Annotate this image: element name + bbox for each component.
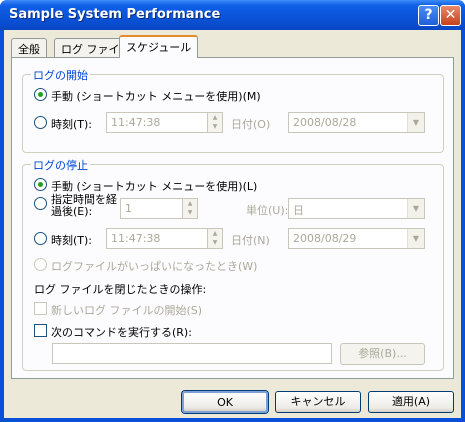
stop-unit-value: 日 xyxy=(293,204,304,217)
spin-down-icon: ▼ xyxy=(187,209,193,216)
stop-full-label: ログファイルがいっぱいになったとき(W) xyxy=(51,260,258,273)
spin-up-icon: ▲ xyxy=(187,200,193,207)
tab-general[interactable]: 全般 xyxy=(11,38,47,57)
stop-date-label: 日付(N) xyxy=(231,234,270,247)
browse-button[interactable]: 参照(B)... xyxy=(340,343,425,365)
log-start-legend: ログの開始 xyxy=(31,67,90,83)
start-date-dropdown[interactable]: 2008/08/28 ▼ xyxy=(288,112,425,133)
chevron-down-icon[interactable]: ▼ xyxy=(407,199,424,218)
stop-after-label: 指定時間を経 過後(E): xyxy=(51,194,117,218)
stop-time-radio[interactable] xyxy=(34,232,47,245)
start-date-label: 日付(O) xyxy=(231,118,271,131)
start-manual-radio[interactable] xyxy=(34,88,47,101)
chevron-down-icon[interactable]: ▼ xyxy=(407,113,424,132)
apply-button[interactable]: 適用(A) xyxy=(368,391,454,413)
cancel-button[interactable]: キャンセル xyxy=(275,391,361,413)
start-time-spinner[interactable]: ▲ ▼ xyxy=(207,113,222,132)
title-bar[interactable]: Sample System Performance ? ✕ xyxy=(0,0,465,30)
dialog-client: 全般 ログ ファイル スケジュール ログの開始 手動 (ショートカット メニュー… xyxy=(4,30,461,418)
stop-after-label-line2: 過後(E): xyxy=(51,205,93,218)
stop-manual-radio[interactable] xyxy=(34,178,47,191)
spin-up-icon: ▲ xyxy=(212,230,218,237)
new-log-label: 新しいログ ファイルの開始(S) xyxy=(51,304,203,317)
stop-after-radio[interactable] xyxy=(34,197,47,210)
start-time-field[interactable]: 11:47:38 ▲ ▼ xyxy=(106,112,223,133)
spin-up-icon: ▲ xyxy=(212,114,218,121)
chevron-down-icon[interactable]: ▼ xyxy=(407,229,424,248)
stop-full-radio[interactable] xyxy=(34,258,47,271)
start-time-label: 時刻(T): xyxy=(51,118,93,131)
ok-button[interactable]: OK xyxy=(182,391,268,413)
log-stop-legend: ログの停止 xyxy=(31,157,90,173)
spin-down-icon: ▼ xyxy=(212,239,218,246)
start-date-value: 2008/08/28 xyxy=(293,116,357,129)
new-log-checkbox[interactable] xyxy=(34,302,47,315)
stop-time-label: 時刻(T): xyxy=(51,234,93,247)
stop-after-spinner[interactable]: ▲ ▼ xyxy=(182,199,197,218)
stop-time-field[interactable]: 11:47:38 ▲ ▼ xyxy=(106,228,223,249)
run-command-checkbox[interactable] xyxy=(34,324,47,337)
command-input[interactable] xyxy=(52,343,332,364)
stop-after-field[interactable]: 1 ▲ ▼ xyxy=(120,198,198,219)
stop-date-value: 2008/08/29 xyxy=(293,232,357,245)
log-start-group: ログの開始 手動 (ショートカット メニューを使用)(M) 時刻(T): 11:… xyxy=(22,67,444,153)
dialog-window: Sample System Performance ? ✕ 全般 ログ ファイル… xyxy=(0,0,465,422)
stop-time-value: 11:47:38 xyxy=(111,232,161,245)
stop-manual-label: 手動 (ショートカット メニューを使用)(L) xyxy=(51,180,258,193)
start-time-value: 11:47:38 xyxy=(111,116,161,129)
stop-date-dropdown[interactable]: 2008/08/29 ▼ xyxy=(288,228,425,249)
help-button[interactable]: ? xyxy=(418,5,439,26)
on-close-label: ログ ファイルを閉じたときの操作: xyxy=(34,283,207,296)
start-manual-label: 手動 (ショートカット メニューを使用)(M) xyxy=(51,90,261,103)
schedule-panel: ログの開始 手動 (ショートカット メニューを使用)(M) 時刻(T): 11:… xyxy=(11,57,454,379)
start-time-radio[interactable] xyxy=(34,116,47,129)
stop-unit-dropdown[interactable]: 日 ▼ xyxy=(288,198,425,219)
spin-down-icon: ▼ xyxy=(212,123,218,130)
tab-schedule[interactable]: スケジュール xyxy=(119,35,199,58)
stop-unit-label: 単位(U): xyxy=(246,204,289,217)
close-button[interactable]: ✕ xyxy=(440,5,461,26)
log-stop-group: ログの停止 手動 (ショートカット メニューを使用)(L) 指定時間を経 過後(… xyxy=(22,157,444,371)
window-title: Sample System Performance xyxy=(9,7,221,22)
run-command-label: 次のコマンドを実行する(R): xyxy=(51,326,192,339)
stop-after-value: 1 xyxy=(125,202,132,215)
stop-time-spinner[interactable]: ▲ ▼ xyxy=(207,229,222,248)
